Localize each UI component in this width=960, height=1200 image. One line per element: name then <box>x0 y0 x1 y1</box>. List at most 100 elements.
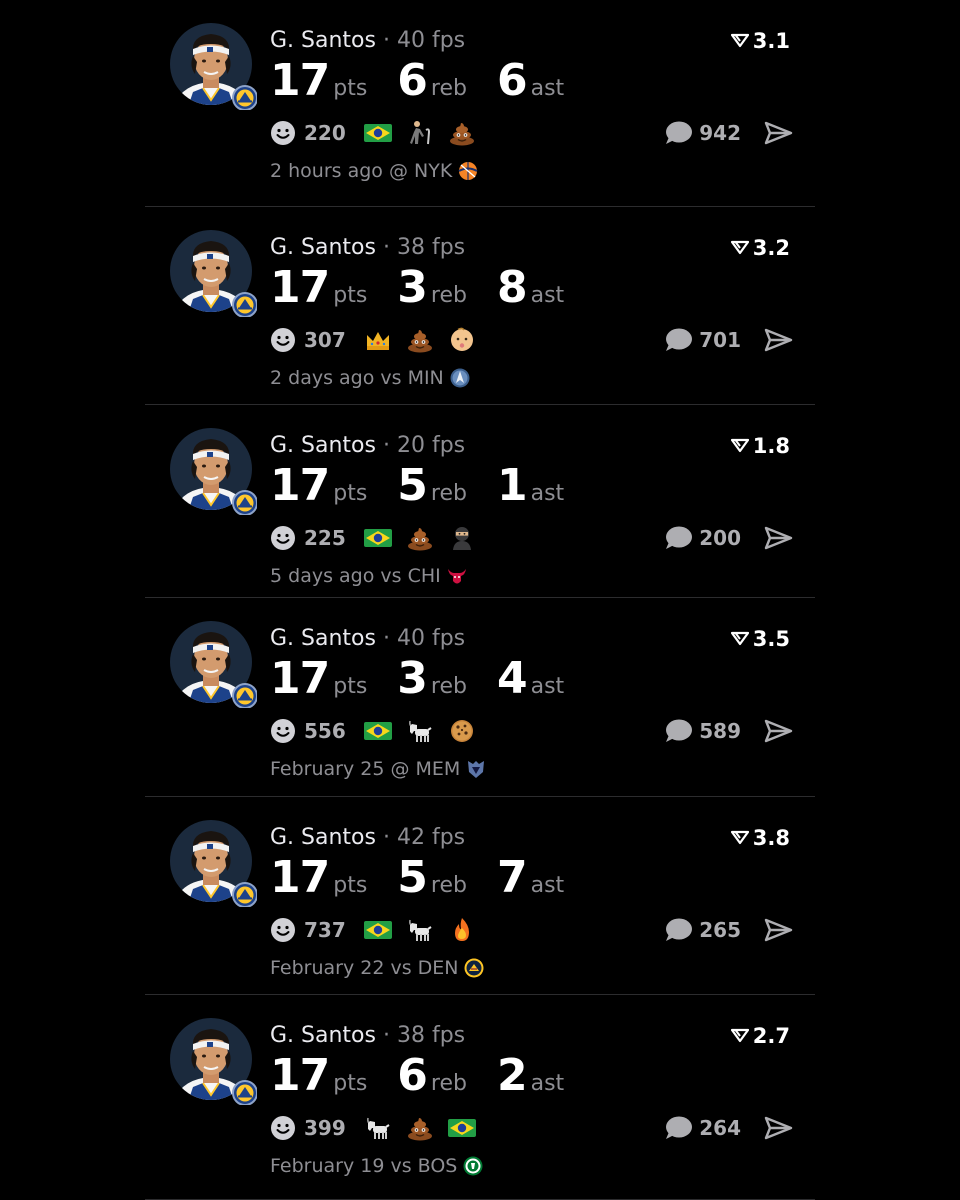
goat-emoji <box>406 718 434 744</box>
poop-emoji <box>406 1115 434 1141</box>
player-name[interactable]: G. Santos <box>270 235 376 260</box>
comment-count[interactable]: 265 <box>699 918 741 942</box>
action-row: 589 <box>663 716 793 746</box>
comment-icon[interactable] <box>663 120 693 146</box>
score-display: 2.7 <box>730 1023 790 1049</box>
score-icon <box>730 235 749 261</box>
rebounds-label: reb <box>430 76 467 101</box>
smile-icon[interactable] <box>270 718 296 744</box>
game-info: 5 days ago vs CHI <box>270 565 468 587</box>
separator-dot: · <box>382 235 390 260</box>
assists-label: ast <box>530 1071 565 1096</box>
post-card[interactable]: G. Santos · 20 fps 1.8 17 pts 5 reb 1 as… <box>145 405 815 598</box>
reaction-count: 737 <box>304 918 346 942</box>
points-label: pts <box>333 1071 368 1096</box>
smile-icon[interactable] <box>270 327 296 353</box>
send-icon[interactable] <box>763 120 793 146</box>
game-info: 2 hours ago @ NYK <box>270 160 479 182</box>
fps-value: 40 fps <box>396 626 466 651</box>
send-icon[interactable] <box>763 525 793 551</box>
separator-dot: · <box>382 626 390 651</box>
goat-emoji <box>364 1115 392 1141</box>
post-card[interactable]: G. Santos · 40 fps 3.1 17 pts 6 reb 6 as… <box>145 0 815 207</box>
score-icon <box>730 28 749 54</box>
rebounds-label: reb <box>430 481 467 506</box>
game-time: 2 days ago vs MIN <box>270 367 444 389</box>
smile-icon[interactable] <box>270 120 296 146</box>
score-display: 3.5 <box>730 626 790 652</box>
post-card[interactable]: G. Santos · 42 fps 3.8 17 pts 5 reb 7 as… <box>145 797 815 995</box>
score-value: 1.8 <box>752 434 790 458</box>
post-card[interactable]: G. Santos · 38 fps 3.2 17 pts 3 reb 8 as… <box>145 207 815 405</box>
points-value: 17 <box>270 653 330 704</box>
player-name[interactable]: G. Santos <box>270 433 376 458</box>
comment-count[interactable]: 264 <box>699 1116 741 1140</box>
reaction-count: 399 <box>304 1116 346 1140</box>
assists-value: 2 <box>496 1050 528 1101</box>
post-card[interactable]: G. Santos · 38 fps 2.7 17 pts 6 reb 2 as… <box>145 995 815 1200</box>
cookie-emoji <box>448 718 476 744</box>
game-time: 5 days ago vs CHI <box>270 565 441 587</box>
game-info: February 19 vs BOS <box>270 1155 484 1177</box>
player-avatar[interactable] <box>169 1017 257 1105</box>
ninja-emoji <box>448 525 476 551</box>
game-time: 2 hours ago @ NYK <box>270 160 453 182</box>
comment-icon[interactable] <box>663 718 693 744</box>
player-avatar[interactable] <box>169 22 257 110</box>
player-name[interactable]: G. Santos <box>270 1023 376 1048</box>
assists-label: ast <box>530 674 565 699</box>
send-icon[interactable] <box>763 718 793 744</box>
score-icon <box>730 825 749 851</box>
send-icon[interactable] <box>763 1115 793 1141</box>
action-row: 942 <box>663 118 793 148</box>
stat-line: 17 pts 5 reb 1 ast <box>270 460 564 511</box>
bulls-logo <box>446 565 468 587</box>
smile-icon[interactable] <box>270 917 296 943</box>
score-value: 3.5 <box>752 627 790 651</box>
assists-label: ast <box>530 76 565 101</box>
poop-emoji <box>406 525 434 551</box>
smile-icon[interactable] <box>270 525 296 551</box>
comment-count[interactable]: 589 <box>699 719 741 743</box>
poop-emoji <box>448 120 476 146</box>
player-avatar[interactable] <box>169 427 257 515</box>
rebounds-label: reb <box>430 674 467 699</box>
rebounds-value: 5 <box>397 852 428 903</box>
comment-icon[interactable] <box>663 917 693 943</box>
player-avatar[interactable] <box>169 620 257 708</box>
game-time: February 25 @ MEM <box>270 758 461 780</box>
rebounds-value: 3 <box>397 653 428 704</box>
rebounds-value: 5 <box>397 460 428 511</box>
stat-line: 17 pts 3 reb 8 ast <box>270 262 564 313</box>
grizzlies-logo <box>465 758 487 780</box>
points-label: pts <box>333 873 368 898</box>
comment-count[interactable]: 942 <box>699 121 741 145</box>
points-value: 17 <box>270 262 330 313</box>
score-display: 3.2 <box>730 235 790 261</box>
player-avatar[interactable] <box>169 819 257 907</box>
reaction-row: 307 <box>270 325 490 355</box>
reaction-count: 307 <box>304 328 346 352</box>
send-icon[interactable] <box>763 327 793 353</box>
comment-icon[interactable] <box>663 525 693 551</box>
post-card[interactable]: G. Santos · 40 fps 3.5 17 pts 3 reb 4 as… <box>145 598 815 797</box>
game-info: February 25 @ MEM <box>270 758 487 780</box>
nuggets-logo <box>463 957 485 979</box>
game-time: February 19 vs BOS <box>270 1155 458 1177</box>
comment-icon[interactable] <box>663 327 693 353</box>
player-name[interactable]: G. Santos <box>270 28 376 53</box>
fps-value: 42 fps <box>396 825 466 850</box>
send-icon[interactable] <box>763 917 793 943</box>
player-name[interactable]: G. Santos <box>270 825 376 850</box>
action-row: 200 <box>663 523 793 553</box>
smile-icon[interactable] <box>270 1115 296 1141</box>
comment-count[interactable]: 701 <box>699 328 741 352</box>
game-info: 2 days ago vs MIN <box>270 367 471 389</box>
celtics-logo <box>462 1155 484 1177</box>
fire-emoji <box>448 917 476 943</box>
player-avatar[interactable] <box>169 229 257 317</box>
goat-emoji <box>406 917 434 943</box>
player-name[interactable]: G. Santos <box>270 626 376 651</box>
comment-icon[interactable] <box>663 1115 693 1141</box>
comment-count[interactable]: 200 <box>699 526 741 550</box>
